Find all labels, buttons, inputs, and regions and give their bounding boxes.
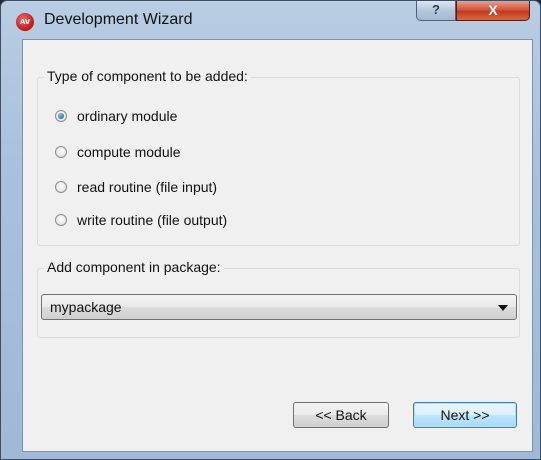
package-dropdown[interactable]: mypackage (41, 294, 517, 320)
close-button[interactable]: X (456, 1, 530, 21)
package-group-title: Add component in package: (44, 259, 224, 275)
dialog-body: Type of component to be added: ordinary … (22, 39, 533, 452)
radio-button-icon[interactable] (55, 181, 67, 193)
component-type-group-title: Type of component to be added: (44, 68, 251, 84)
radio-label: compute module (77, 144, 181, 160)
app-logo-icon: AV (16, 13, 34, 31)
radio-button-icon[interactable] (55, 214, 67, 226)
development-wizard-window: AV Development Wizard ? X Type of compon… (0, 0, 541, 460)
radio-label: read routine (file input) (77, 179, 218, 195)
radio-label: ordinary module (77, 108, 178, 124)
package-dropdown-value: mypackage (50, 299, 122, 315)
radio-compute-module[interactable]: compute module (55, 142, 181, 162)
dropdown-arrow-icon[interactable] (498, 305, 508, 311)
radio-read-routine[interactable]: read routine (file input) (55, 177, 217, 197)
radio-ordinary-module[interactable]: ordinary module (55, 106, 177, 126)
back-button[interactable]: << Back (293, 402, 389, 428)
radio-button-icon[interactable] (55, 110, 67, 122)
window-title: Development Wizard (44, 11, 193, 28)
help-button[interactable]: ? (416, 1, 456, 21)
radio-label: write routine (file output) (77, 212, 228, 228)
radio-button-icon[interactable] (55, 146, 67, 158)
next-button[interactable]: Next >> (413, 402, 517, 428)
radio-write-routine[interactable]: write routine (file output) (55, 210, 227, 230)
title-bar[interactable]: AV Development Wizard ? X (1, 1, 540, 39)
